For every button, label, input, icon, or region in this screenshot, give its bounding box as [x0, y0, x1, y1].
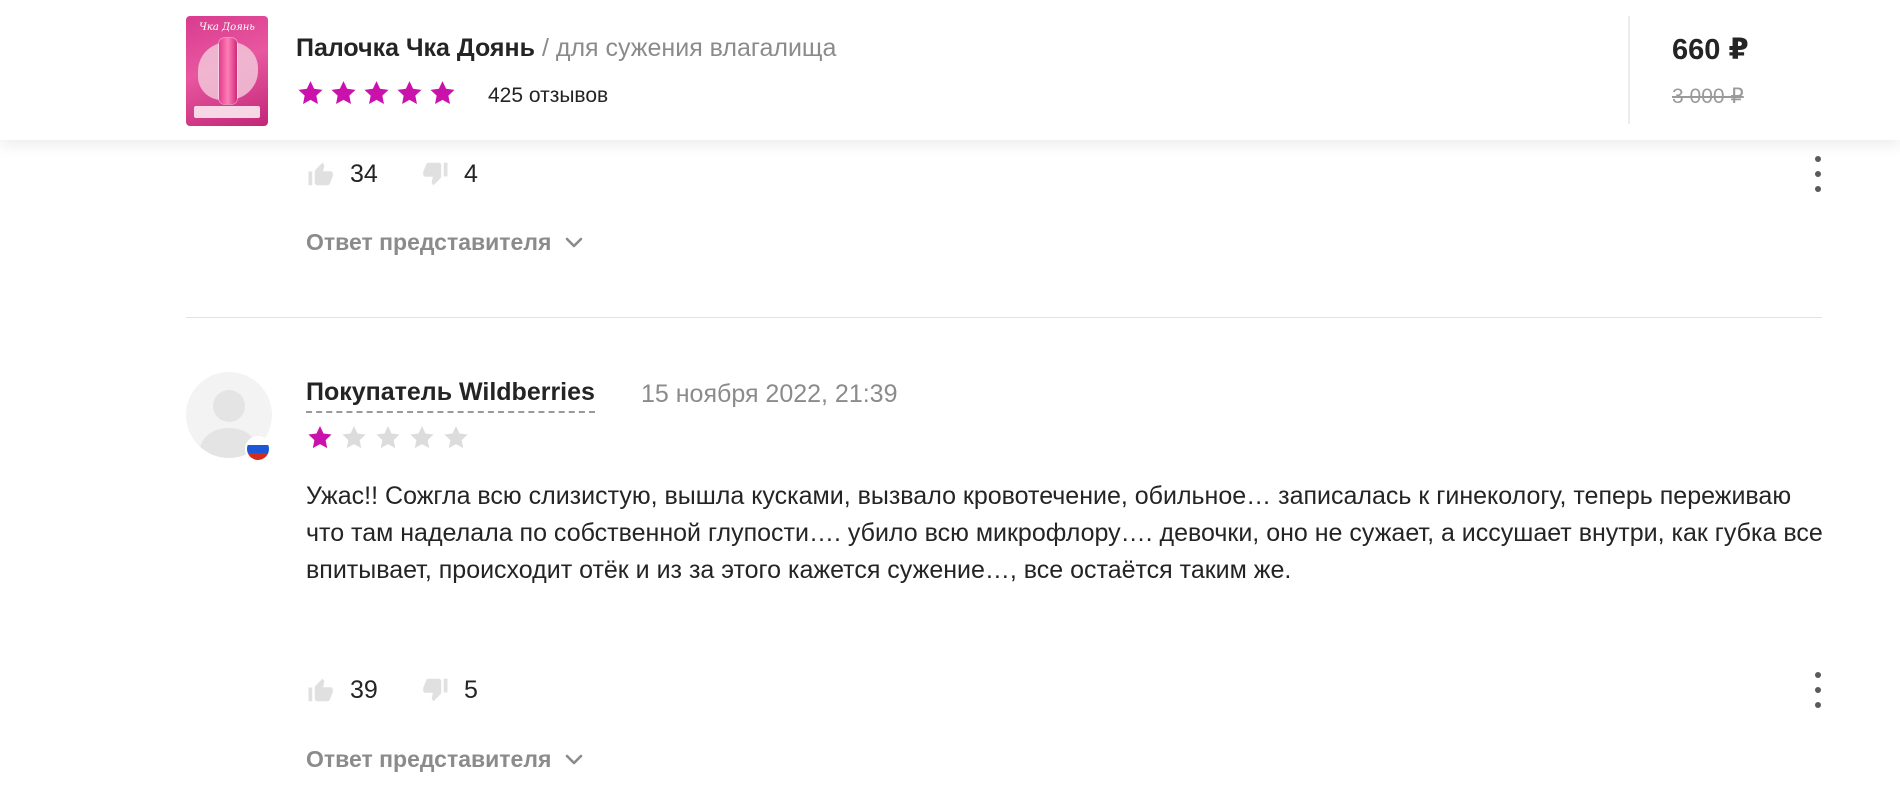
- star-icon: [442, 424, 470, 451]
- product-thumbnail[interactable]: Чка Доянь: [186, 16, 268, 126]
- star-icon: [395, 79, 424, 107]
- product-header-bar: Чка Доянь Палочка Чка Доянь / для сужени…: [0, 0, 1900, 140]
- dislike-button[interactable]: 4: [420, 154, 478, 194]
- dislike-button[interactable]: 5: [420, 670, 478, 710]
- star-icon: [428, 79, 457, 107]
- thumbs-up-icon: [306, 158, 336, 190]
- review-rating-stars: [306, 424, 476, 451]
- dislike-count: 5: [464, 675, 478, 704]
- like-count: 39: [350, 675, 378, 704]
- seller-reply-toggle[interactable]: Ответ представителя: [306, 229, 583, 256]
- star-icon: [329, 79, 358, 107]
- product-rating-stars: [296, 78, 461, 108]
- chevron-down-icon: [565, 237, 583, 249]
- star-icon: [306, 424, 334, 451]
- review-page: Чка Доянь Палочка Чка Доянь / для сужени…: [0, 0, 1900, 799]
- more-vertical-icon[interactable]: [1808, 154, 1828, 194]
- star-icon: [362, 79, 391, 107]
- more-vertical-icon[interactable]: [1808, 670, 1828, 710]
- product-title[interactable]: Палочка Чка Доянь / для сужения влагалищ…: [296, 34, 836, 63]
- thumbs-down-icon: [420, 158, 450, 190]
- thumbs-up-icon: [306, 674, 336, 706]
- seller-reply-label: Ответ представителя: [306, 746, 552, 772]
- price-current: 660 ₽: [1672, 34, 1749, 66]
- product-name: Палочка Чка Доянь: [296, 34, 535, 62]
- product-reviews-count[interactable]: 425 отзывов: [488, 84, 608, 108]
- product-title-separator: /: [541, 34, 549, 62]
- thumbnail-product-image: [219, 38, 237, 104]
- product-thumbnail-logo: Чка Доянь: [199, 22, 255, 33]
- like-count: 34: [350, 159, 378, 188]
- review-date: 15 ноября 2022, 21:39: [641, 380, 898, 408]
- star-icon: [408, 424, 436, 451]
- russia-flag-icon: [245, 436, 271, 462]
- like-button[interactable]: 39: [306, 670, 378, 710]
- product-subtitle: для сужения влагалища: [555, 34, 837, 62]
- chevron-down-icon: [565, 754, 583, 766]
- dislike-count: 4: [464, 159, 478, 188]
- like-button[interactable]: 34: [306, 154, 378, 194]
- star-icon: [374, 424, 402, 451]
- review-text: Ужас!! Сожгла всю слизистую, вышла куска…: [306, 482, 1823, 584]
- header-divider: [1628, 16, 1630, 124]
- seller-reply-label: Ответ представителя: [306, 229, 552, 255]
- review-author[interactable]: Покупатель Wildberries: [306, 377, 595, 413]
- thumbs-down-icon: [420, 674, 450, 706]
- thumbnail-package: [194, 106, 260, 118]
- star-icon: [340, 424, 368, 451]
- seller-reply-toggle[interactable]: Ответ представителя: [306, 746, 583, 773]
- review-separator: [186, 317, 1822, 318]
- star-icon: [296, 79, 325, 107]
- price-old: 3 000 ₽: [1672, 85, 1744, 108]
